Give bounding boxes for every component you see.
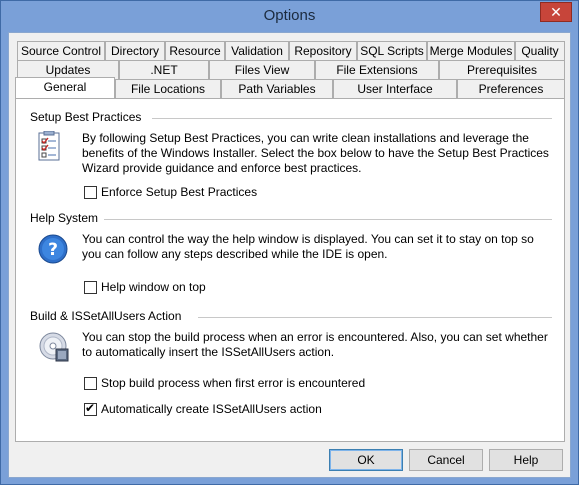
checkmark-icon: ✔ — [85, 400, 96, 415]
enforce-best-practices-checkbox[interactable]: Enforce Setup Best Practices — [84, 184, 257, 200]
tab-user-interface[interactable]: User Interface — [333, 79, 457, 98]
help-button[interactable]: Help — [489, 449, 563, 471]
options-window: Options ✕ Source Control Directory Resou… — [0, 0, 579, 485]
build-group-divider — [198, 317, 552, 318]
cd-build-icon — [38, 331, 70, 366]
setup-group-title: Setup Best Practices — [30, 110, 142, 124]
build-description: You can stop the build process when an e… — [82, 330, 548, 359]
setup-group-divider — [152, 118, 552, 119]
tab-path-variables[interactable]: Path Variables — [221, 79, 333, 98]
tab-sql-scripts[interactable]: SQL Scripts — [357, 41, 427, 60]
dialog-client: Source Control Directory Resource Valida… — [8, 32, 571, 478]
svg-text:?: ? — [48, 240, 58, 260]
tab-resource[interactable]: Resource — [165, 41, 225, 60]
tab-repository[interactable]: Repository — [289, 41, 357, 60]
close-icon: ✕ — [550, 4, 562, 20]
help-group-divider — [104, 219, 552, 220]
setup-description: By following Setup Best Practices, you c… — [82, 131, 549, 175]
tab-row-3: General File Locations Path Variables Us… — [9, 77, 572, 98]
tab-row-1: Source Control Directory Resource Valida… — [9, 41, 572, 60]
enforce-best-practices-label[interactable]: Enforce Setup Best Practices — [101, 185, 257, 199]
tab-validation[interactable]: Validation — [225, 41, 289, 60]
tab-prerequisites[interactable]: Prerequisites — [439, 60, 565, 79]
close-button[interactable]: ✕ — [540, 2, 572, 22]
auto-setallusers-checkbox[interactable]: ✔ Automatically create ISSetAllUsers act… — [84, 401, 322, 417]
checkbox-box[interactable]: ✔ — [84, 400, 97, 416]
help-on-top-label[interactable]: Help window on top — [101, 280, 206, 294]
checkbox-box[interactable] — [84, 185, 97, 199]
stop-build-checkbox[interactable]: Stop build process when first error is e… — [84, 375, 365, 391]
help-description: You can control the way the help window … — [82, 232, 534, 261]
checkbox-box[interactable] — [84, 280, 97, 294]
cancel-button[interactable]: Cancel — [409, 449, 483, 471]
checkbox-box[interactable] — [84, 376, 97, 390]
checklist-icon — [38, 130, 60, 164]
title-bar[interactable]: Options ✕ — [1, 1, 578, 32]
tab-file-extensions[interactable]: File Extensions — [315, 60, 439, 79]
tab-source-control[interactable]: Source Control — [17, 41, 105, 60]
auto-setallusers-label[interactable]: Automatically create ISSetAllUsers actio… — [101, 402, 322, 416]
tab-preferences[interactable]: Preferences — [457, 79, 565, 98]
tab-merge-modules[interactable]: Merge Modules — [427, 41, 515, 60]
tab-quality[interactable]: Quality — [515, 41, 565, 60]
help-on-top-checkbox[interactable]: Help window on top — [84, 279, 206, 295]
general-tab-panel: Setup Best Practices By following Setup … — [15, 98, 565, 442]
help-group-title: Help System — [30, 211, 99, 225]
window-title: Options — [263, 7, 316, 24]
tab-general[interactable]: General — [15, 77, 115, 98]
tab-file-locations[interactable]: File Locations — [115, 79, 221, 98]
build-group-title: Build & ISSetAllUsers Action — [30, 309, 182, 323]
stop-build-label[interactable]: Stop build process when first error is e… — [101, 376, 365, 390]
tab-dotnet[interactable]: .NET — [119, 60, 209, 79]
tab-directory[interactable]: Directory — [105, 41, 165, 60]
tab-files-view[interactable]: Files View — [209, 60, 315, 79]
help-icon: ? — [38, 234, 68, 267]
ok-button[interactable]: OK — [329, 449, 403, 471]
